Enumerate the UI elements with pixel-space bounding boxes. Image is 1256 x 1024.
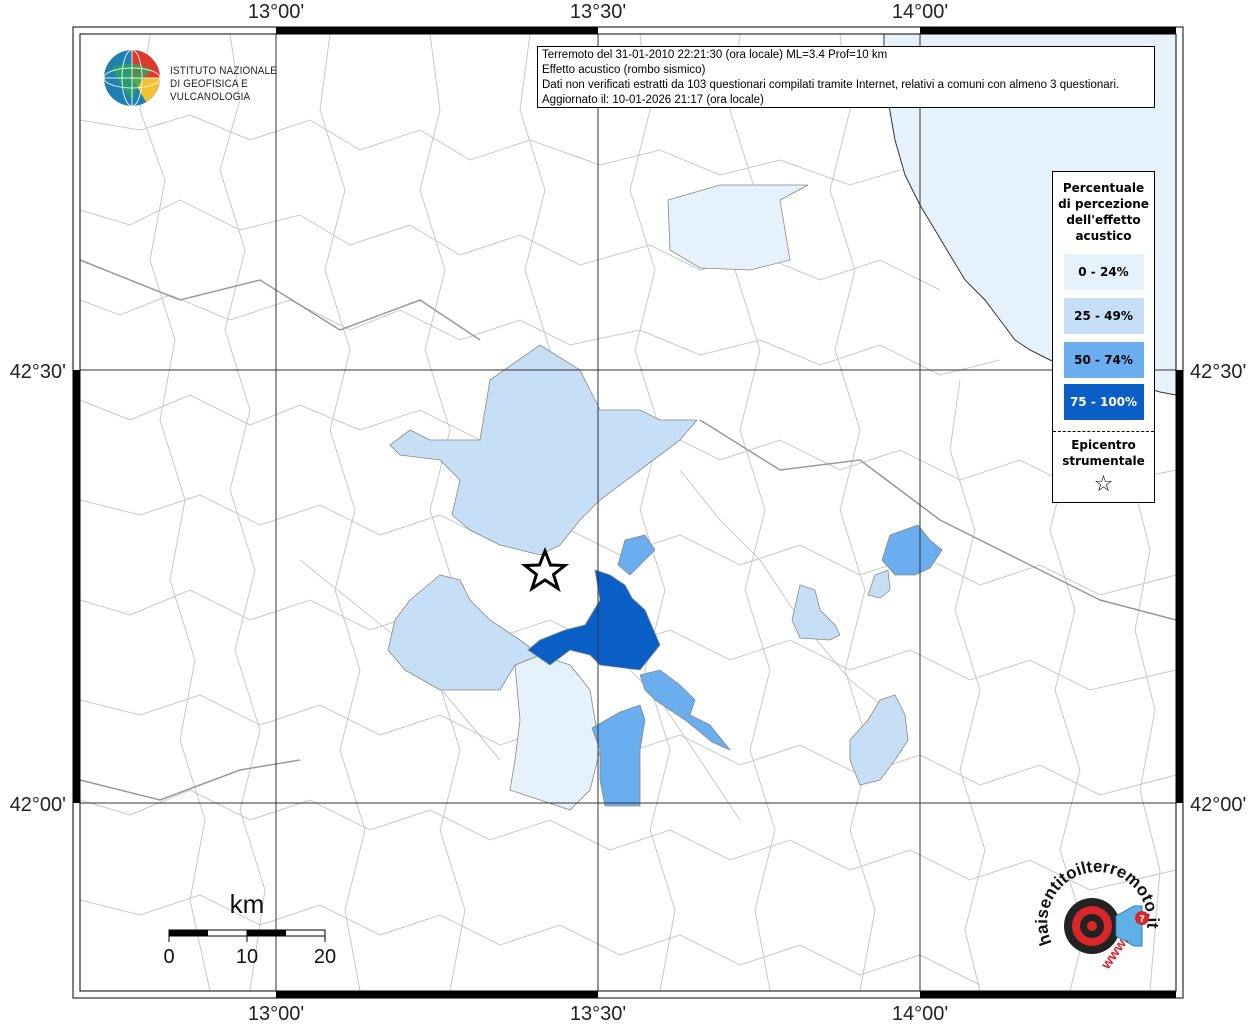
star-outline-icon: ☆ [1093, 472, 1114, 497]
lon-label-top: 13°30' [570, 1, 626, 23]
scale-tick: 20 [314, 946, 336, 968]
effect-line: Effetto acustico (rombo sismico) [542, 64, 706, 76]
legend-class-1: 25 - 49% [1063, 298, 1144, 334]
lat-label-left: 42°00' [10, 794, 66, 816]
scale-unit: km [230, 889, 265, 919]
legend-class-2: 50 - 74% [1063, 342, 1144, 378]
lon-label-bottom: 14°00' [892, 1003, 948, 1024]
legend-title-line: acustico [1075, 229, 1132, 243]
legend-epicenter-line: strumentale [1062, 454, 1145, 468]
data-source-line: Dati non verificati estratti da 103 ques… [542, 79, 1120, 91]
legend-title-line: dell'effetto [1066, 213, 1141, 227]
event-line: Terremoto del 31-01-2010 22:21:30 (ora l… [542, 49, 888, 61]
target-speaker-icon: haisentitoilterremoto.it ? www. [1032, 857, 1162, 973]
lat-label-left: 42°30' [10, 361, 66, 383]
event-info-box: Terremoto del 31-01-2010 22:21:30 (ora l… [537, 46, 1155, 108]
svg-text:?: ? [1139, 914, 1145, 925]
lon-label-top: 14°00' [892, 1, 948, 23]
ingv-logo: ISTITUTO NAZIONALE DI GEOFISICA E VULCAN… [102, 48, 322, 110]
legend-epicenter-line: Epicentro [1071, 438, 1136, 452]
institute-name-line2: DI GEOFISICA E VULCANOLOGIA [170, 78, 251, 103]
scale-tick: 10 [236, 946, 258, 968]
ingv-globe-logo-icon [103, 49, 161, 107]
legend-class-0: 0 - 24% [1063, 254, 1144, 290]
institute-name-line1: ISTITUTO NAZIONALE [170, 65, 278, 77]
institute-name: ISTITUTO NAZIONALE DI GEOFISICA E VULCAN… [170, 65, 307, 104]
lon-label-top: 13°00' [248, 1, 304, 23]
scale-tick: 0 [163, 946, 174, 968]
legend-title: Percentuale di percezione dell'effetto a… [1053, 180, 1154, 244]
lat-label-right: 42°00' [1190, 794, 1246, 816]
legend-class-3: 75 - 100% [1063, 384, 1144, 420]
legend: Percentuale di percezione dell'effetto a… [1052, 171, 1155, 503]
lon-label-bottom: 13°00' [248, 1003, 304, 1024]
lon-label-bottom: 13°30' [570, 1003, 626, 1024]
haisentito-badge[interactable]: haisentitoilterremoto.it ? www. [1030, 857, 1170, 988]
legend-separator [1053, 431, 1154, 432]
legend-title-line: Percentuale [1062, 181, 1145, 195]
updated-line: Aggiornato il: 10-01-2026 21:17 (ora loc… [542, 94, 764, 106]
legend-title-line: di percezione [1058, 197, 1149, 211]
lat-label-right: 42°30' [1190, 361, 1246, 383]
legend-epicenter-label: Epicentro strumentale [1053, 437, 1154, 469]
